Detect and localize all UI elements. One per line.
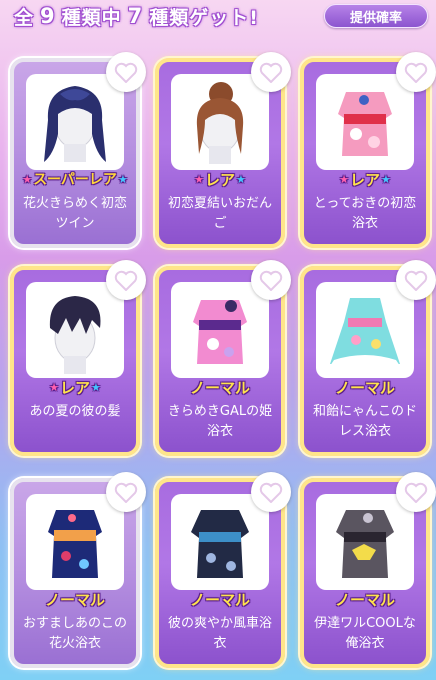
yukata-icon <box>48 510 102 578</box>
favorite-heart-button[interactable] <box>251 52 291 92</box>
kinds-got-label: 種類ゲット! <box>149 6 259 29</box>
star-icon: ★ <box>49 380 59 394</box>
heart-icon <box>259 482 283 503</box>
heart-icon <box>259 270 283 291</box>
star-icon: ★ <box>117 172 128 186</box>
heart-icon <box>114 270 138 291</box>
kinds-among-label: 種類中 <box>61 6 122 29</box>
star-icon: ★ <box>22 172 33 186</box>
yukata-icon <box>336 510 394 578</box>
dress-yukata-icon <box>330 298 400 366</box>
favorite-heart-button[interactable] <box>396 52 436 92</box>
item-name: 和飴にゃんこのドレス浴衣 <box>312 404 417 439</box>
rarity-badge: ★ レア ★ <box>14 376 136 398</box>
item-name: おすましあのこの花火浴衣 <box>22 616 127 651</box>
item-card[interactable]: ノーマル 和飴にゃんこのドレス浴衣 <box>300 260 436 456</box>
item-name: 花火きらめく初恋ツイン <box>22 196 127 231</box>
item-card[interactable]: ★ スーパーレア ★ 花火きらめく初恋ツイン <box>10 52 146 248</box>
heart-icon <box>404 482 428 503</box>
item-thumbnail <box>171 494 269 590</box>
favorite-heart-button[interactable] <box>106 260 146 300</box>
item-name: きらめきGALの姫浴衣 <box>167 404 273 439</box>
rarity-label: レア <box>204 170 235 189</box>
rarity-label: スーパーレア <box>33 172 117 188</box>
rarity-label: レア <box>59 378 90 397</box>
heart-icon <box>259 62 283 83</box>
item-thumbnail <box>26 282 124 378</box>
item-thumbnail <box>171 282 269 378</box>
item-name: 初恋夏結いおだんご <box>167 196 272 231</box>
favorite-heart-button[interactable] <box>396 260 436 300</box>
hair-boy-icon <box>49 296 101 374</box>
star-icon: ★ <box>381 172 391 186</box>
heart-icon <box>404 270 428 291</box>
rarity-badge: ノーマル <box>189 378 250 397</box>
rarity-badge: ★ スーパーレア ★ <box>14 168 136 190</box>
rarity-badge: ノーマル <box>44 590 105 609</box>
item-thumbnail <box>316 74 414 170</box>
item-card[interactable]: ノーマル 彼の爽やか風車浴衣 <box>155 472 291 668</box>
item-thumbnail <box>316 494 414 590</box>
rarity-badge: ノーマル <box>189 590 250 609</box>
heart-icon <box>114 482 138 503</box>
total-label: 全 <box>14 6 35 29</box>
collection-summary: 全 9 種類中 7 種類ゲット! <box>14 3 259 29</box>
item-card[interactable]: ★ レア ★ 初恋夏結いおだんご <box>155 52 291 248</box>
favorite-heart-button[interactable] <box>251 472 291 512</box>
item-name: 彼の爽やか風車浴衣 <box>167 616 272 651</box>
rarity-badge: ★ レア ★ <box>159 168 281 190</box>
yukata-icon <box>338 92 392 156</box>
item-name: あの夏の彼の髪 <box>29 404 121 419</box>
hair-twin-icon <box>44 86 106 162</box>
rarity-badge: ★ レア ★ <box>304 168 426 190</box>
yukata-icon <box>191 510 249 578</box>
star-icon: ★ <box>194 172 204 186</box>
heart-icon <box>114 62 138 83</box>
header-bar: 全 9 種類中 7 種類ゲット! 提供確率 <box>0 0 436 34</box>
item-card[interactable]: ノーマル きらめきGALの姫浴衣 <box>155 260 291 456</box>
favorite-heart-button[interactable] <box>106 472 146 512</box>
odds-button[interactable]: 提供確率 <box>324 4 428 28</box>
favorite-heart-button[interactable] <box>396 472 436 512</box>
total-count: 9 <box>40 4 56 28</box>
star-icon: ★ <box>236 172 246 186</box>
hair-bun-icon <box>196 82 244 164</box>
item-name: とっておきの初恋浴衣 <box>313 196 417 231</box>
item-card[interactable]: ★ レア ★ とっておきの初恋浴衣 <box>300 52 436 248</box>
favorite-heart-button[interactable] <box>251 260 291 300</box>
item-card[interactable]: ノーマル 伊達ワルCOOLな俺浴衣 <box>300 472 436 668</box>
star-icon: ★ <box>339 172 349 186</box>
rarity-badge: ノーマル <box>334 378 395 397</box>
item-card[interactable]: ノーマル おすましあのこの花火浴衣 <box>10 472 146 668</box>
rarity-badge: ノーマル <box>334 590 395 609</box>
heart-icon <box>404 62 428 83</box>
item-name: 伊達ワルCOOLな俺浴衣 <box>314 616 416 651</box>
favorite-heart-button[interactable] <box>106 52 146 92</box>
item-thumbnail <box>171 74 269 170</box>
item-thumbnail <box>26 74 124 170</box>
item-thumbnail <box>316 282 414 378</box>
yukata-icon <box>193 300 247 364</box>
item-thumbnail <box>26 494 124 590</box>
got-count: 7 <box>127 4 144 28</box>
star-icon: ★ <box>91 380 101 394</box>
item-card[interactable]: ★ レア ★ あの夏の彼の髪 <box>10 260 146 456</box>
rarity-label: レア <box>349 170 380 189</box>
